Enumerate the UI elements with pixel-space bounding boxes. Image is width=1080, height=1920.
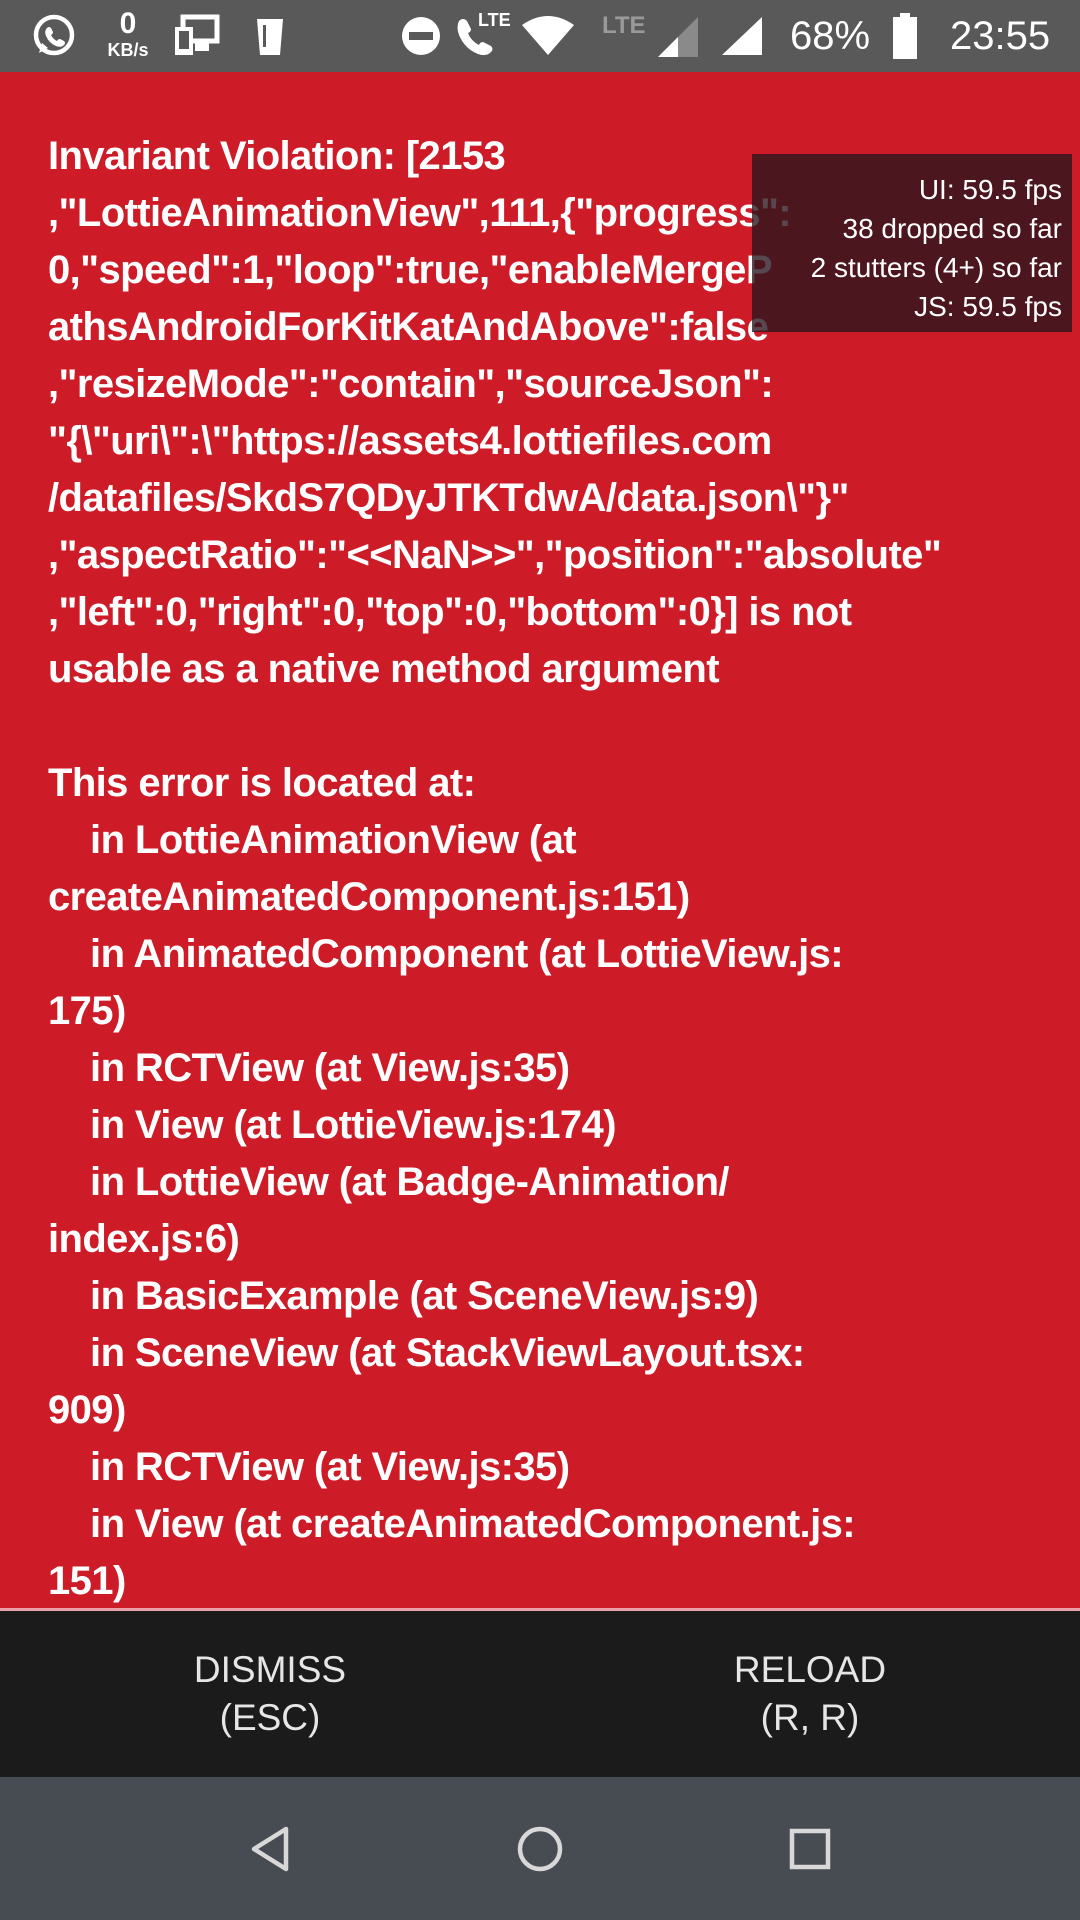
redbox-error-screen[interactable]: Invariant Violation: [2153 ,"LottieAnima… [0,72,1080,1608]
perf-ui-fps: UI: 59.5 fps [918,174,1062,205]
navigation-bar [0,1777,1080,1920]
action-bar: DISMISS (ESC) RELOAD (R, R) [0,1611,1080,1777]
battery-percent: 68% [790,14,871,58]
whatsapp-icon [28,0,80,72]
perf-js-fps: JS: 59.5 fps [914,291,1062,322]
lte-label-1: LTE [478,10,511,30]
dismiss-shortcut: (ESC) [219,1697,321,1738]
status-time: 23:55 [950,14,1051,58]
status-bar: 0 KB/s LTE LTE 68% 23:55 [0,0,1080,72]
nav-recents-button[interactable] [740,1777,880,1920]
do-not-disturb-icon [398,0,444,72]
screen-cast-icon [172,0,224,72]
back-icon [251,1826,289,1871]
reload-button[interactable]: RELOAD (R, R) [540,1611,1080,1777]
nav-home-button[interactable] [470,1777,610,1920]
home-icon [517,1826,563,1871]
perf-monitor: UI: 59.5 fps 38 dropped so far 2 stutter… [752,154,1072,332]
data-speed-value: 0 [119,7,137,40]
error-message: Invariant Violation: [2153 ,"LottieAnima… [48,134,942,1603]
perf-dropped-frames: 38 dropped so far [842,213,1063,244]
wifi-icon [520,0,576,72]
nav-back-button[interactable] [200,1777,340,1920]
volte-call-icon: LTE [452,0,514,72]
lte-label-2: LTE [602,12,646,39]
dismiss-label: DISMISS [193,1649,347,1690]
signal-sim1-icon: LTE [600,0,700,72]
screen: 0 KB/s LTE LTE 68% 23:55 Invariant Viola… [0,0,1080,1920]
reload-shortcut: (R, R) [760,1697,860,1738]
reload-label: RELOAD [733,1649,887,1690]
signal-sim2-icon [716,0,768,72]
battery-icon [890,0,920,72]
data-speed-indicator: 0 KB/s [98,8,158,68]
perf-stutters: 2 stutters (4+) so far [810,252,1062,283]
recents-icon [789,1828,831,1869]
trash-icon [250,0,290,72]
data-speed-unit: KB/s [107,40,149,60]
dismiss-button[interactable]: DISMISS (ESC) [0,1611,540,1777]
